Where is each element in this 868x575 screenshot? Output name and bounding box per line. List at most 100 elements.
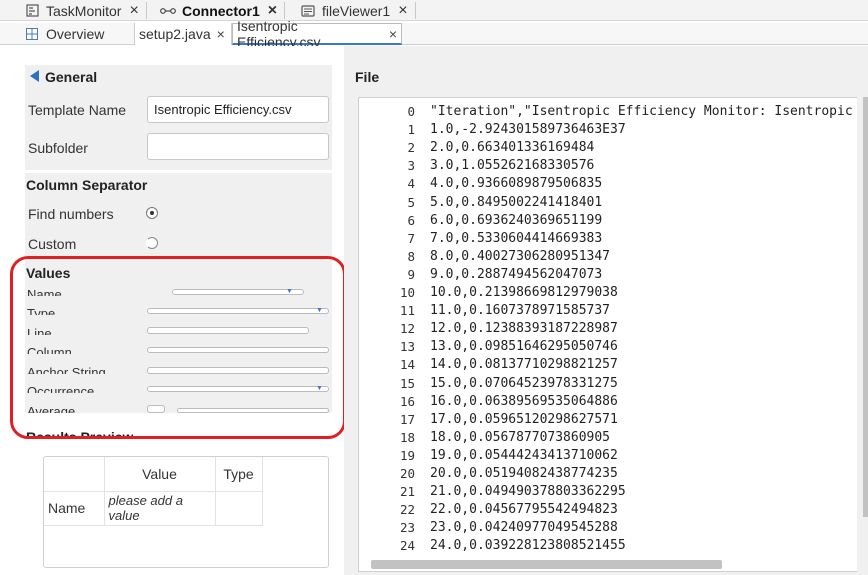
close-icon[interactable]: × — [398, 2, 407, 19]
values-title: Values — [26, 265, 71, 281]
file-line: 3.0,1.055262168330576 — [430, 158, 595, 174]
template-name-input[interactable]: Isentropic Efficiency.csv — [147, 96, 329, 123]
file-line: 9.0,0.2887494562047073 — [430, 266, 603, 282]
file-title: File — [355, 69, 380, 85]
values-average-input[interactable] — [177, 408, 329, 413]
file-line: "Iteration","Isentropic Efficiency Monit… — [430, 104, 853, 119]
close-icon[interactable]: × — [268, 2, 277, 19]
values-line-stepper[interactable] — [147, 327, 309, 334]
line-number: 17 — [399, 411, 415, 427]
line-number: 12 — [399, 321, 415, 337]
custom-label: Custom — [28, 236, 77, 252]
template-name-label: Template Name — [28, 102, 127, 118]
col-header-type: Type — [214, 457, 263, 492]
column-separator-title: Column Separator — [26, 177, 148, 193]
line-number: 8 — [407, 248, 415, 264]
tab-setup2-java[interactable]: setup2.java × — [134, 23, 232, 45]
file-line: 18.0,0.0567877073860905 — [430, 429, 611, 445]
file-line: 1.0,-2.924301589736463E37 — [430, 122, 626, 138]
file-line: 24.0,0.039228123808521455 — [430, 538, 626, 554]
values-average-label: Average — [27, 405, 76, 413]
custom-radio[interactable] — [146, 237, 158, 249]
line-number: 4 — [407, 176, 415, 192]
find-numbers-radio[interactable] — [146, 207, 158, 219]
values-type-dropdown[interactable] — [147, 308, 329, 314]
values-average-checkbox[interactable] — [147, 405, 165, 413]
file-line: 11.0,0.1607378971585737 — [430, 303, 611, 319]
file-line: 16.0,0.06389569535064886 — [430, 393, 618, 409]
line-number: 14 — [399, 357, 415, 373]
values-occurrence-label: Occurrence — [27, 385, 95, 393]
row-header-name: Name — [44, 490, 105, 526]
file-line: 7.0,0.5330604414669383 — [430, 230, 603, 246]
close-icon[interactable]: × — [389, 26, 397, 42]
line-number: 18 — [399, 429, 415, 445]
values-column-stepper[interactable] — [147, 347, 329, 353]
line-number: 11 — [399, 303, 415, 319]
subfolder-label: Subfolder — [28, 140, 88, 156]
sub-tab-bar: Overview setup2.java × Isentropic Effici… — [0, 18, 868, 50]
chevron-down-icon: ▼ — [286, 288, 293, 295]
results-preview-table: Value Type Name please add a value — [43, 456, 329, 568]
line-number: 19 — [399, 447, 415, 463]
line-number: 20 — [399, 466, 415, 481]
results-preview-title: Results Preview — [26, 429, 134, 438]
tab-overview[interactable]: Overview — [22, 23, 134, 45]
line-number: 23 — [399, 520, 415, 536]
line-number: 9 — [407, 266, 415, 282]
file-line: 21.0,0.049490378803362295 — [430, 484, 626, 500]
document-icon — [300, 4, 316, 18]
values-type-label: Type — [27, 307, 56, 315]
tab-isentropic-efficiency-csv[interactable]: Isentropic Efficiency.csv × — [232, 18, 402, 50]
line-number: 24 — [399, 538, 415, 554]
line-number: 7 — [407, 230, 415, 246]
values-name-dropdown[interactable] — [172, 289, 304, 295]
file-line: 20.0,0.05194082438774235 — [430, 466, 618, 481]
values-line-label: Line — [27, 327, 52, 335]
horizontal-scrollbar-thumb[interactable] — [371, 560, 722, 569]
connector-icon — [160, 4, 176, 18]
collapse-arrow-icon[interactable] — [29, 69, 40, 86]
file-line: 22.0,0.04567795542494823 — [430, 502, 618, 518]
line-number: 10 — [399, 285, 415, 300]
values-column-label: Column — [27, 346, 72, 354]
line-number: 3 — [407, 158, 415, 174]
table-row: Name please add a value — [44, 490, 263, 526]
row-value-cell[interactable]: please add a value — [103, 490, 216, 526]
values-anchor-string-label: Anchor String — [27, 366, 106, 374]
file-line: 23.0,0.04240977049545288 — [430, 520, 618, 536]
editor-tab-bar: TaskMonitor × Connector1 × fileViewer1 × — [0, 0, 868, 21]
file-viewer[interactable]: 0 1 2 3 4 5 6 7 8 9 10 11 12 13 14 15 16 17 18 19 20 21 22 23 24… — [358, 97, 868, 572]
values-occurrence-dropdown[interactable] — [147, 386, 329, 392]
row-type-cell[interactable] — [214, 490, 263, 526]
values-anchor-string-input[interactable] — [147, 367, 329, 374]
general-title: General — [45, 69, 98, 85]
line-number: 1 — [407, 122, 415, 138]
line-number: 6 — [407, 212, 415, 228]
subfolder-input[interactable] — [147, 133, 329, 160]
file-line: 15.0,0.07064523978331275 — [430, 375, 618, 391]
file-line: 13.0,0.09851646295050746 — [430, 339, 618, 355]
close-icon[interactable]: × — [217, 26, 225, 42]
line-number: 16 — [399, 393, 415, 409]
vertical-scrollbar-thumb[interactable] — [863, 97, 868, 517]
file-line: 2.0,0.663401336169484 — [430, 140, 595, 156]
chevron-down-icon: ▼ — [316, 385, 323, 392]
file-line: 14.0,0.08137710298821257 — [430, 357, 618, 373]
file-line: 19.0,0.05444243413710062 — [430, 447, 618, 463]
line-number: 13 — [399, 339, 415, 355]
tab-taskmonitor[interactable]: TaskMonitor × — [24, 0, 147, 21]
line-number: 0 — [407, 104, 415, 119]
file-line: 10.0,0.21398669812979038 — [430, 285, 618, 300]
file-line: 8.0,0.40027306280951347 — [430, 248, 611, 264]
file-line: 5.0,0.8495002241418401 — [430, 194, 603, 210]
line-number: 15 — [399, 375, 415, 391]
file-line: 4.0,0.9366089879506835 — [430, 176, 603, 192]
find-numbers-label: Find numbers — [28, 206, 114, 222]
col-header-value: Value — [103, 457, 216, 492]
chevron-down-icon: ▼ — [316, 307, 323, 314]
close-icon[interactable]: × — [129, 2, 138, 19]
line-number: 5 — [407, 194, 415, 210]
file-line: 12.0,0.12388393187228987 — [430, 321, 618, 337]
values-name-label: Name — [27, 288, 62, 296]
